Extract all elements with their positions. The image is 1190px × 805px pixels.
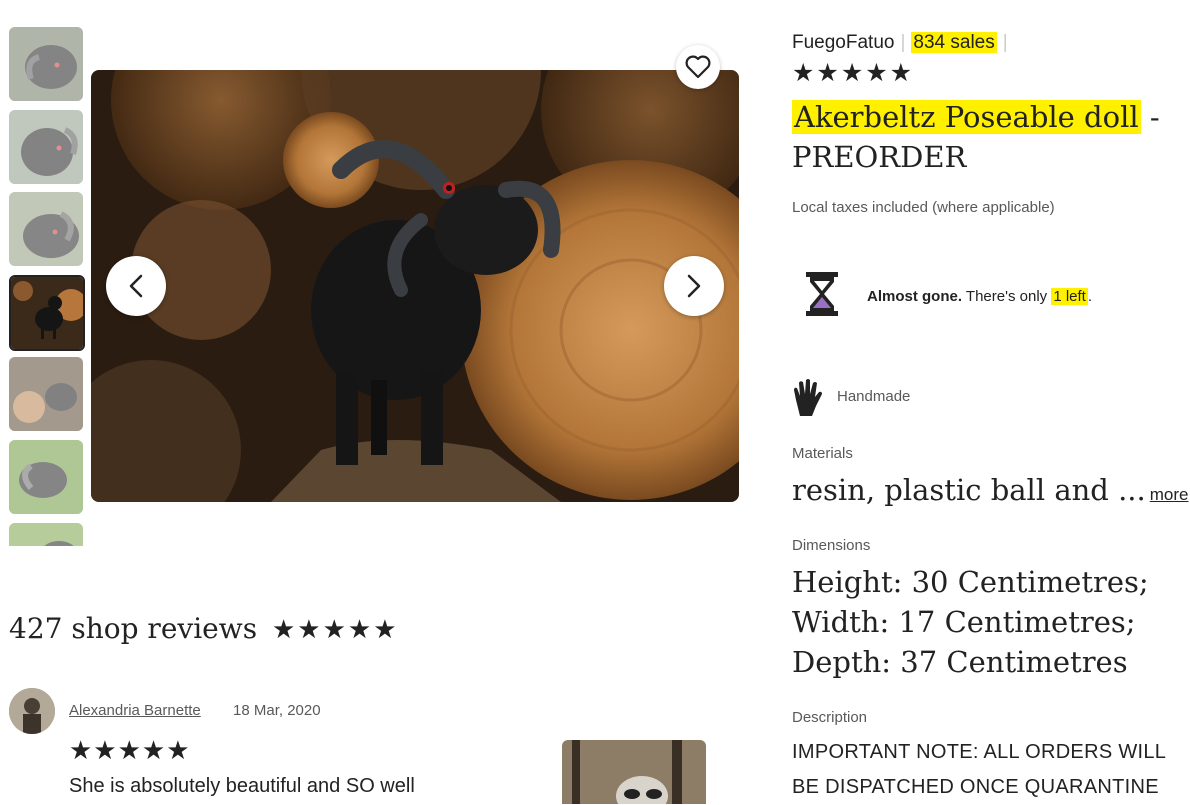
thumbnail-1[interactable] (9, 27, 83, 101)
handmade-label: Handmade (837, 388, 911, 405)
materials-more-link[interactable]: more (1150, 485, 1189, 504)
review-photo[interactable] (562, 740, 706, 804)
thumbnail-strip (9, 27, 85, 546)
chevron-left-icon (129, 274, 143, 298)
review-author-link[interactable]: Alexandria Barnette (69, 702, 201, 719)
heart-icon (685, 55, 711, 79)
dimension-height: Height: 30 Centimetres; (792, 565, 1149, 599)
hourglass-icon (804, 270, 840, 323)
taxes-note: Local taxes included (where applicable) (792, 199, 1055, 216)
review-stars: ★★★★★ (69, 736, 191, 766)
shop-sales-count: 834 sales (911, 32, 997, 53)
description-text: IMPORTANT NOTE: ALL ORDERS WILL BE DISPA… (792, 741, 1166, 798)
description-label: Description (792, 709, 868, 726)
reviews-heading: 427 shop reviews ★★★★★ (9, 612, 399, 645)
avatar (9, 688, 55, 734)
listing-title-highlight: Akerbeltz Poseable doll (792, 100, 1141, 134)
materials-label: Materials (792, 445, 853, 462)
thumbnail-6[interactable] (9, 440, 83, 514)
dimension-depth: Depth: 37 Centimetres (792, 645, 1128, 679)
dimension-width: Width: 17 Centimetres; (792, 605, 1136, 639)
reviews-title: 427 shop reviews (9, 612, 258, 645)
thumbnail-4[interactable] (9, 275, 85, 351)
review-text: She is absolutely beautiful and SO well (69, 775, 415, 797)
stock-count: 1 left (1051, 288, 1088, 305)
stock-text: There's only (962, 288, 1052, 305)
thumbnail-2[interactable] (9, 110, 83, 184)
stock-bold-label: Almost gone. (867, 288, 963, 305)
shop-rating-stars[interactable]: ★★★★★ (792, 58, 914, 87)
materials-value-row: resin, plastic ball and ... more (792, 473, 1188, 507)
reviews-rating-stars: ★★★★★ (271, 615, 399, 645)
next-image-button[interactable] (664, 256, 724, 316)
previous-image-button[interactable] (106, 256, 166, 316)
dimensions-list: Height: 30 Centimetres; Width: 17 Centim… (792, 562, 1149, 682)
review-date: 18 Mar, 2020 (233, 702, 321, 719)
thumbnail-3[interactable] (9, 192, 83, 266)
shop-name-link[interactable]: FuegoFatuo (792, 32, 894, 53)
thumbnail-5[interactable] (9, 357, 83, 431)
dimensions-label: Dimensions (792, 537, 871, 554)
thumbnail-7[interactable] (9, 523, 83, 546)
chevron-right-icon (687, 274, 701, 298)
shop-info: FuegoFatuo | 834 sales | (792, 32, 1008, 53)
materials-value: resin, plastic ball and ... (792, 473, 1146, 507)
hand-icon (792, 378, 824, 423)
stock-notice: Almost gone. There's only 1 left. (867, 288, 1092, 305)
favorite-button[interactable] (676, 45, 720, 89)
stock-end: . (1087, 288, 1093, 305)
listing-title: Akerbeltz Poseable doll - PREORDER (792, 97, 1172, 177)
main-product-image (91, 70, 739, 502)
